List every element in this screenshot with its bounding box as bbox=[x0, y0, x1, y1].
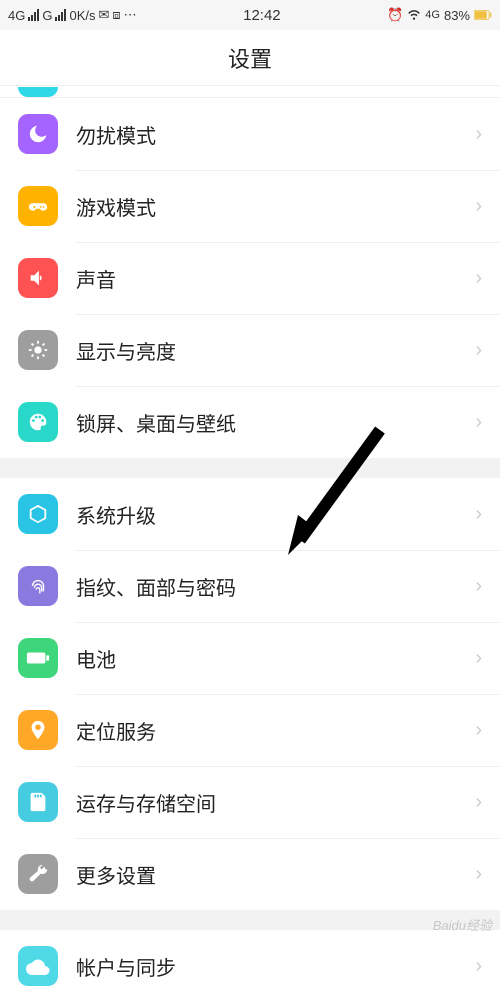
row-fingerprint[interactable]: 指纹、面部与密码 › bbox=[0, 550, 500, 622]
net-speed: 0K/s bbox=[69, 8, 95, 23]
chevron-right-icon: › bbox=[475, 791, 482, 814]
settings-group-1: 勿扰模式 › 游戏模式 › 声音 › 显示与亮度 › 锁屏、桌面与壁纸 › bbox=[0, 98, 500, 458]
chevron-right-icon: › bbox=[475, 863, 482, 886]
row-battery[interactable]: 电池 › bbox=[0, 622, 500, 694]
page-header: 设置 bbox=[0, 30, 500, 86]
fingerprint-icon bbox=[18, 566, 58, 606]
battery-icon bbox=[18, 638, 58, 678]
chevron-right-icon: › bbox=[475, 503, 482, 526]
chevron-right-icon: › bbox=[475, 411, 482, 434]
status-time: 12:42 bbox=[243, 7, 281, 24]
network-label-2: G bbox=[42, 8, 52, 23]
battery-icon bbox=[474, 8, 492, 23]
page-title: 设置 bbox=[228, 42, 272, 74]
status-bar: 4G G 0K/s ✉ ⧈ ⋯ 12:42 ⏰ 4G 83% bbox=[0, 0, 500, 30]
chevron-right-icon: › bbox=[475, 195, 482, 218]
sdcard-icon bbox=[18, 782, 58, 822]
row-label: 声音 bbox=[76, 264, 475, 293]
row-location[interactable]: 定位服务 › bbox=[0, 694, 500, 766]
battery-text: 83% bbox=[444, 8, 470, 23]
row-label: 定位服务 bbox=[76, 716, 475, 745]
row-label: 游戏模式 bbox=[76, 192, 475, 221]
watermark: Baidu经验 bbox=[433, 915, 492, 934]
group-separator bbox=[0, 458, 500, 478]
chevron-right-icon: › bbox=[475, 647, 482, 670]
row-account-sync[interactable]: 帐户与同步 › bbox=[0, 930, 500, 1002]
row-label: 电池 bbox=[76, 644, 475, 673]
chevron-right-icon: › bbox=[475, 955, 482, 978]
cloud-icon bbox=[18, 946, 58, 986]
row-label: 勿扰模式 bbox=[76, 120, 475, 149]
more-icon: ⋯ bbox=[124, 7, 137, 23]
row-label: 运存与存储空间 bbox=[76, 788, 475, 817]
row-dnd[interactable]: 勿扰模式 › bbox=[0, 98, 500, 170]
app-icon: ⧈ bbox=[112, 7, 120, 23]
chevron-right-icon: › bbox=[475, 267, 482, 290]
brightness-icon bbox=[18, 330, 58, 370]
status-right: ⏰ 4G 83% bbox=[387, 7, 492, 24]
row-label: 指纹、面部与密码 bbox=[76, 572, 475, 601]
speaker-icon bbox=[18, 258, 58, 298]
row-label: 锁屏、桌面与壁纸 bbox=[76, 408, 475, 437]
row-label: 更多设置 bbox=[76, 860, 475, 889]
settings-group-3: 帐户与同步 › bbox=[0, 930, 500, 1002]
chevron-right-icon: › bbox=[475, 339, 482, 362]
row-sound[interactable]: 声音 › bbox=[0, 242, 500, 314]
wrench-icon bbox=[18, 854, 58, 894]
wifi-icon bbox=[407, 7, 421, 24]
row-lock[interactable]: 锁屏、桌面与壁纸 › bbox=[0, 386, 500, 458]
row-storage[interactable]: 运存与存储空间 › bbox=[0, 766, 500, 838]
network-label-1: 4G bbox=[8, 8, 25, 23]
alarm-icon: ⏰ bbox=[387, 7, 403, 23]
palette-icon bbox=[18, 402, 58, 442]
pin-icon bbox=[18, 710, 58, 750]
chevron-right-icon: › bbox=[475, 719, 482, 742]
signal-bars-icon bbox=[28, 9, 39, 21]
settings-group-2: 系统升级 › 指纹、面部与密码 › 电池 › 定位服务 › 运存与存储空间 › … bbox=[0, 478, 500, 910]
signal-label: 4G bbox=[425, 9, 440, 21]
partial-row[interactable] bbox=[0, 86, 500, 98]
row-label: 系统升级 bbox=[76, 500, 475, 529]
row-game[interactable]: 游戏模式 › bbox=[0, 170, 500, 242]
group-separator bbox=[0, 910, 500, 930]
box-icon bbox=[18, 494, 58, 534]
row-label: 帐户与同步 bbox=[76, 952, 475, 981]
row-label: 显示与亮度 bbox=[76, 336, 475, 365]
row-display[interactable]: 显示与亮度 › bbox=[0, 314, 500, 386]
status-left: 4G G 0K/s ✉ ⧈ ⋯ bbox=[8, 7, 137, 23]
wechat-icon: ✉ bbox=[98, 7, 109, 23]
signal-bars-icon bbox=[55, 9, 66, 21]
gamepad-icon bbox=[18, 186, 58, 226]
moon-icon bbox=[18, 114, 58, 154]
row-more-settings[interactable]: 更多设置 › bbox=[0, 838, 500, 910]
row-system-upgrade[interactable]: 系统升级 › bbox=[0, 478, 500, 550]
chevron-right-icon: › bbox=[475, 123, 482, 146]
chevron-right-icon: › bbox=[475, 575, 482, 598]
